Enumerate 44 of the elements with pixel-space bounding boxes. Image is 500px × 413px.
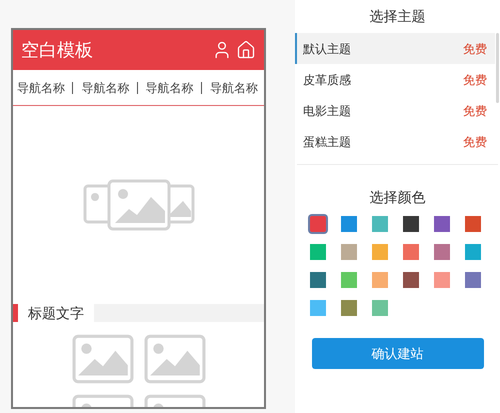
color-swatch[interactable] xyxy=(341,300,357,316)
color-swatch[interactable] xyxy=(310,300,326,316)
image-placeholder-icon xyxy=(144,334,206,384)
color-swatch[interactable] xyxy=(372,244,388,260)
theme-row[interactable]: 默认主题 免费 xyxy=(295,33,495,64)
color-swatch[interactable] xyxy=(310,272,326,288)
app-title: 空白模板 xyxy=(21,38,93,62)
color-swatch[interactable] xyxy=(465,244,481,260)
color-heading: 选择颜色 xyxy=(368,188,426,207)
nav-link[interactable]: 导航名称 xyxy=(146,82,196,94)
theme-name: 电影主题 xyxy=(303,102,351,120)
section-accent xyxy=(13,304,18,322)
color-swatch[interactable] xyxy=(310,244,326,260)
theme-name: 默认主题 xyxy=(303,40,351,58)
color-swatch[interactable] xyxy=(403,216,419,232)
price-label: 免费 xyxy=(463,102,487,120)
theme-heading: 选择主题 xyxy=(368,7,426,26)
gallery-icon xyxy=(82,179,194,231)
nav-link[interactable]: 导航名称 xyxy=(17,82,67,94)
scrollbar[interactable] xyxy=(496,33,499,103)
color-swatch[interactable] xyxy=(372,300,388,316)
color-swatch[interactable] xyxy=(434,216,450,232)
color-swatch[interactable] xyxy=(341,244,357,260)
color-swatch[interactable] xyxy=(341,216,357,232)
color-swatch[interactable] xyxy=(372,272,388,288)
color-swatch[interactable] xyxy=(372,216,388,232)
color-swatch[interactable] xyxy=(465,272,481,288)
image-placeholder-icon xyxy=(72,334,134,384)
price-label: 免费 xyxy=(463,72,487,88)
color-swatch[interactable] xyxy=(434,244,450,260)
color-swatch[interactable] xyxy=(310,216,326,232)
theme-name: 皮革质感 xyxy=(303,72,351,88)
color-swatch[interactable] xyxy=(465,216,481,232)
nav-link[interactable]: 导航名称 xyxy=(81,82,132,94)
home-icon[interactable] xyxy=(236,40,256,60)
price-label: 免费 xyxy=(463,40,487,58)
color-swatch[interactable] xyxy=(434,272,450,288)
color-swatch[interactable] xyxy=(341,272,357,288)
theme-name: 蛋糕主题 xyxy=(303,134,351,150)
color-swatch[interactable] xyxy=(403,272,419,288)
nav-link[interactable]: 导航名称 xyxy=(210,82,260,94)
section-title: 标题文字 xyxy=(27,304,85,322)
color-swatch[interactable] xyxy=(403,244,419,260)
price-label: 免费 xyxy=(463,134,487,150)
